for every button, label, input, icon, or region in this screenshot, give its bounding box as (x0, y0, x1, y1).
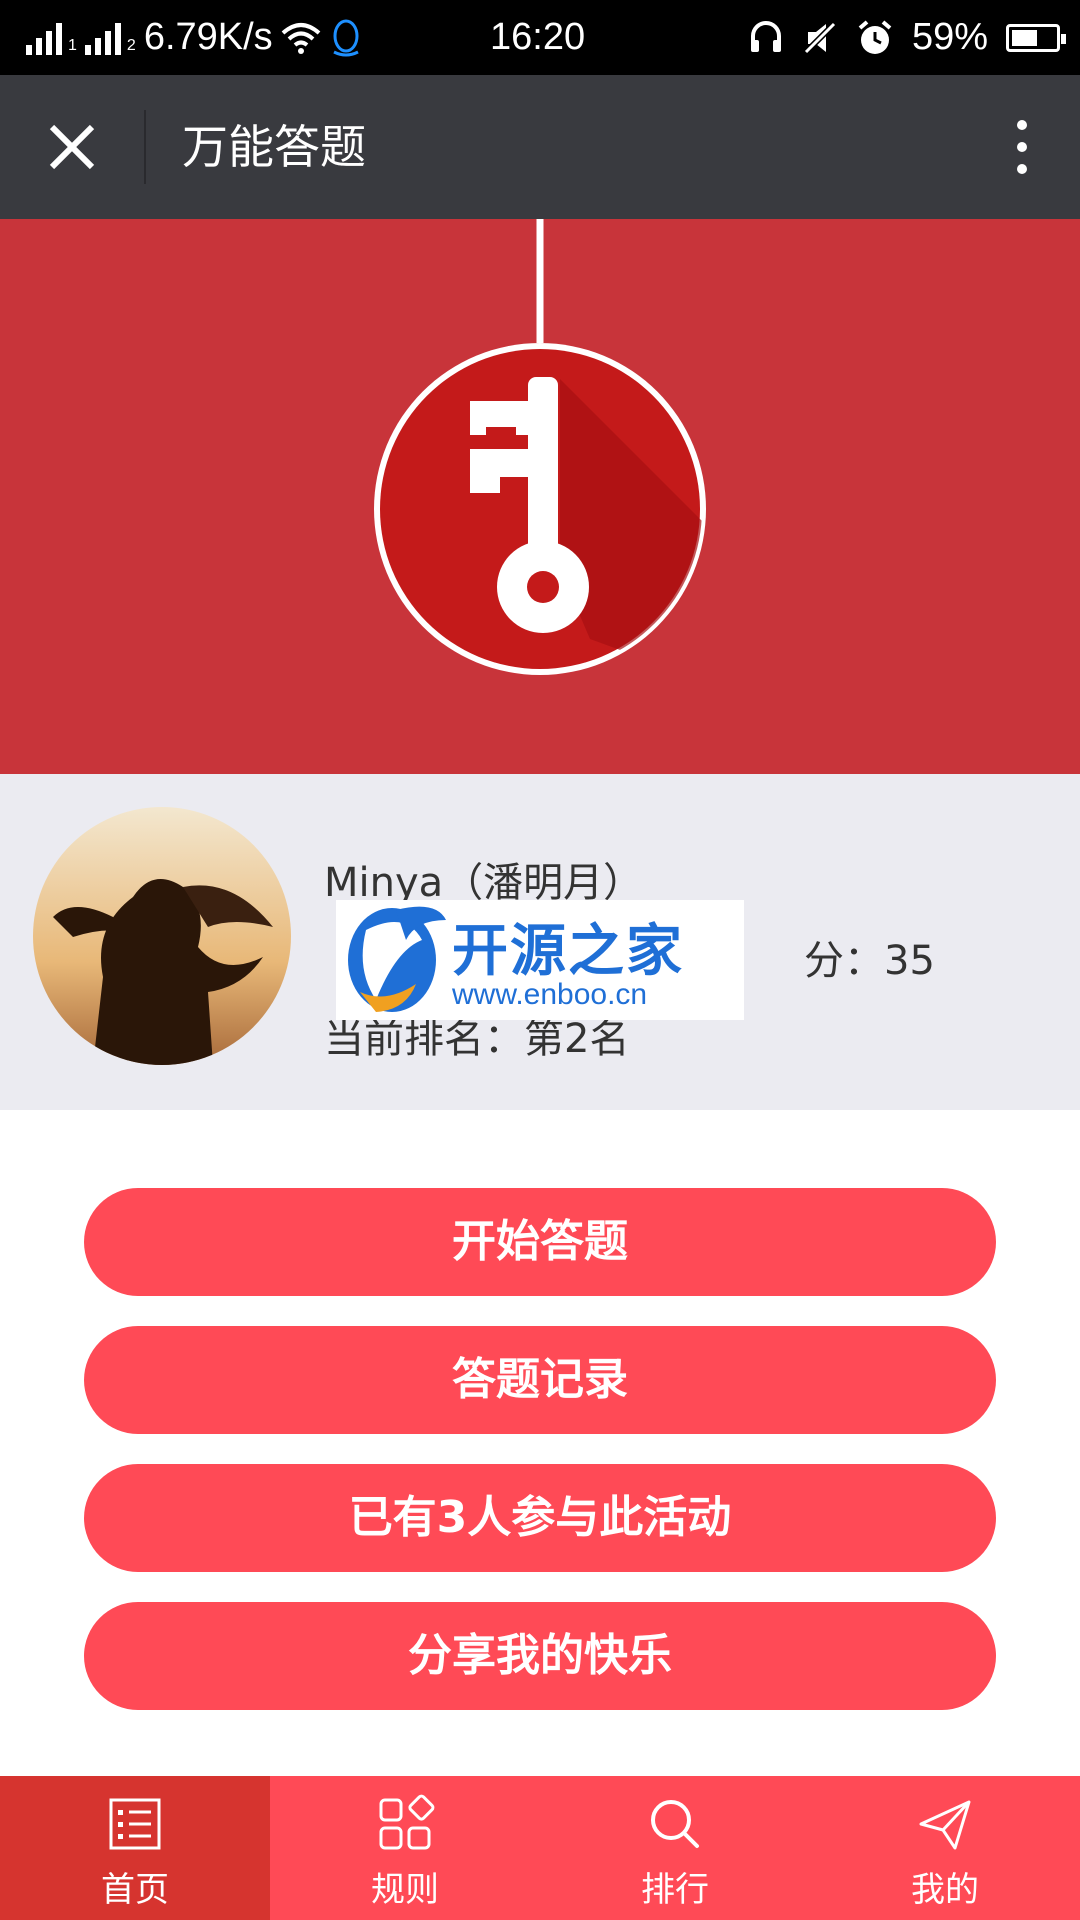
status-left: 1 2 6.79K/s (26, 0, 363, 75)
nav-mine-label: 我的 (911, 1870, 979, 1910)
headset-icon (750, 20, 781, 52)
status-right: 59% (748, 0, 1066, 75)
nav-home[interactable]: 首页 (0, 1776, 270, 1920)
wifi-icon (281, 22, 321, 54)
nav-ranking-label: 排行 (641, 1870, 709, 1910)
watermark-logo: 开源之家 www.enboo.cn (336, 900, 744, 1020)
nav-mine[interactable]: 我的 (810, 1776, 1080, 1920)
signal-icon-2: 2 (84, 21, 136, 55)
network-speed: 6.79K/s (143, 16, 273, 58)
watermark-url: www.enboo.cn (452, 978, 648, 1011)
nav-ranking[interactable]: 排行 (540, 1776, 810, 1920)
quiz-record-button[interactable]: 答题记录 (84, 1326, 996, 1434)
score-value: 分：35 (804, 938, 935, 984)
qq-icon (333, 19, 359, 56)
title-bar: 万能答题 (0, 75, 1080, 219)
status-bar: 1 2 6.79K/s 16:20 59% (0, 0, 1080, 75)
nav-rules[interactable]: 规则 (270, 1776, 540, 1920)
battery-percent: 59% (911, 16, 988, 58)
list-icon (109, 1798, 161, 1850)
alarm-icon (858, 19, 892, 54)
watermark-title: 开源之家 (452, 919, 684, 984)
start-quiz-button[interactable]: 开始答题 (84, 1188, 996, 1296)
close-icon[interactable] (40, 115, 104, 179)
search-icon (651, 1800, 699, 1848)
battery-icon (1006, 23, 1066, 52)
title-divider (144, 110, 146, 184)
send-icon (919, 1800, 971, 1850)
key-icon (374, 219, 706, 675)
grid-icon (379, 1794, 435, 1850)
action-list: 开始答题 答题记录 已有3人参与此活动 分享我的快乐 (84, 1188, 996, 1740)
nav-rules-label: 规则 (371, 1870, 439, 1910)
bottom-nav: 首页 规则 排行 我的 (0, 1776, 1080, 1920)
sim1-label: 1 (68, 36, 77, 54)
avatar[interactable] (33, 807, 291, 1065)
more-options-icon[interactable] (994, 113, 1050, 181)
signal-icon: 1 (26, 21, 77, 55)
page-title: 万能答题 (182, 120, 366, 174)
sim2-label: 2 (126, 36, 136, 54)
participants-button[interactable]: 已有3人参与此活动 (84, 1464, 996, 1572)
mute-icon (803, 21, 837, 54)
status-time: 16:20 (490, 16, 586, 58)
nav-home-label: 首页 (101, 1870, 169, 1910)
share-button[interactable]: 分享我的快乐 (84, 1602, 996, 1710)
hero-banner (0, 219, 1080, 774)
